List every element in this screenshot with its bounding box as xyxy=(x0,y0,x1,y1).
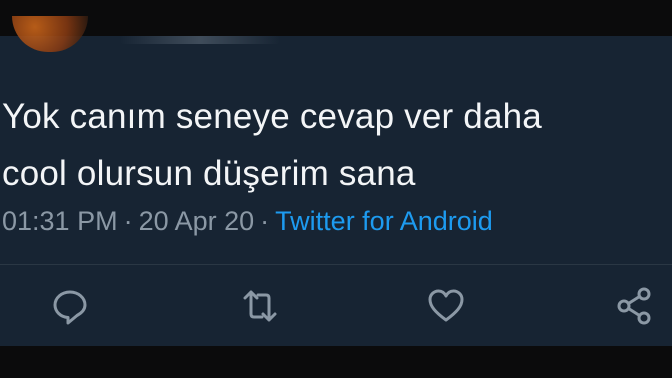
tweet-card: Yok canım seneye cevap ver daha cool olu… xyxy=(0,16,672,346)
tweet-text-line-2: cool olursun düşerim sana xyxy=(2,154,416,193)
avatar[interactable] xyxy=(12,16,88,52)
reply-button[interactable] xyxy=(48,284,92,328)
heart-icon xyxy=(428,289,464,322)
meta-separator: · xyxy=(123,206,133,236)
tweet-time[interactable]: 01:31 PM xyxy=(2,206,118,236)
user-handle[interactable] xyxy=(120,36,280,44)
retweet-button[interactable] xyxy=(238,284,282,328)
meta-separator: · xyxy=(260,206,270,236)
tweet-text-line-1: Yok canım seneye cevap ver daha xyxy=(2,97,542,136)
tweet-source-link[interactable]: Twitter for Android xyxy=(275,206,493,236)
tweet-text: Yok canım seneye cevap ver daha cool olu… xyxy=(2,88,662,202)
retweet-icon xyxy=(243,290,277,322)
tweet-actions xyxy=(0,284,672,334)
tweet-meta: 01:31 PM · 20 Apr 20 · Twitter for Android xyxy=(2,203,493,239)
like-button[interactable] xyxy=(424,284,468,328)
divider xyxy=(0,264,672,265)
reply-icon xyxy=(53,290,87,325)
tweet-date[interactable]: 20 Apr 20 xyxy=(139,206,255,236)
screenshot-frame: Yok canım seneye cevap ver daha cool olu… xyxy=(0,0,672,378)
share-icon xyxy=(617,287,651,325)
share-button[interactable] xyxy=(612,284,656,328)
